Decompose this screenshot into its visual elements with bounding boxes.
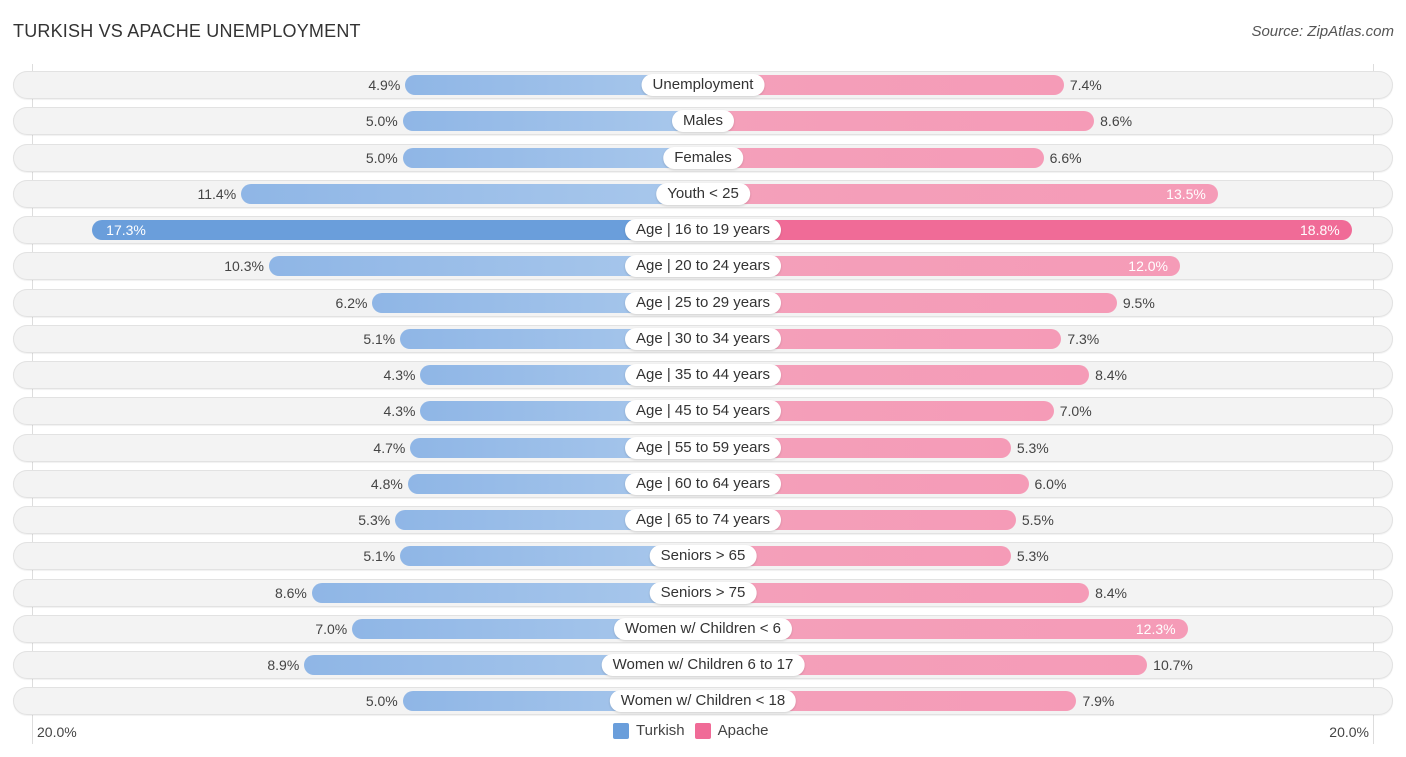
legend-label-turkish: Turkish — [636, 722, 685, 739]
chart-title: TURKISH VS APACHE UNEMPLOYMENT — [13, 21, 361, 41]
source-label: Source: ZipAtlas.com — [1251, 23, 1394, 40]
bar-apache[interactable] — [703, 220, 1352, 240]
category-label: Age | 25 to 29 years — [625, 291, 781, 314]
legend-swatch-turkish — [613, 722, 629, 739]
legend: Turkish Apache — [613, 722, 779, 739]
value-label-apache: 8.4% — [1095, 367, 1128, 383]
value-label-turkish: 6.2% — [335, 294, 368, 311]
bar-apache[interactable] — [703, 147, 1044, 168]
chart-row: 4.3% 8.4% Age | 35 to 44 years — [13, 361, 1393, 389]
category-label: Seniors > 65 — [649, 545, 757, 568]
chart-row: 8.9% 10.7% Women w/ Children 6 to 17 — [13, 651, 1393, 679]
value-label-apache: 7.4% — [1069, 77, 1102, 93]
category-label: Women w/ Children < 6 — [613, 617, 793, 640]
value-label-turkish: 4.3% — [383, 403, 416, 420]
value-label-apache: 12.0% — [1128, 258, 1168, 275]
value-label-turkish: 5.1% — [363, 330, 396, 347]
value-label-apache: 6.0% — [1034, 475, 1067, 492]
value-label-apache: 12.3% — [1135, 620, 1176, 637]
axis-label-right: 20.0% — [1329, 724, 1369, 740]
category-label: Age | 60 to 64 years — [625, 472, 781, 495]
category-label: Unemployment — [641, 74, 765, 96]
value-label-turkish: 5.0% — [365, 693, 398, 710]
category-label: Age | 20 to 24 years — [625, 255, 781, 278]
bar-turkish[interactable] — [402, 147, 703, 168]
bar-turkish[interactable] — [241, 183, 703, 204]
category-label: Age | 35 to 44 years — [625, 364, 781, 386]
value-label-apache: 8.4% — [1095, 584, 1128, 601]
value-label-turkish: 5.1% — [363, 548, 396, 565]
value-label-apache: 7.9% — [1082, 693, 1115, 710]
bar-turkish[interactable] — [402, 111, 703, 132]
chart-row: 4.3% 7.0% Age | 45 to 54 years — [13, 397, 1393, 426]
category-label: Age | 65 to 74 years — [625, 509, 781, 531]
chart-row: 5.0% 8.6% Males — [13, 107, 1393, 136]
chart-row: 4.7% 5.3% Age | 55 to 59 years — [13, 433, 1393, 462]
chart-row: 17.3% 18.8% Age | 16 to 19 years — [13, 216, 1393, 244]
category-label: Males — [671, 110, 735, 133]
value-label-apache: 5.3% — [1016, 439, 1049, 456]
value-label-turkish: 8.6% — [274, 584, 307, 601]
value-label-apache: 7.3% — [1067, 330, 1100, 347]
value-label-turkish: 17.3% — [106, 222, 146, 238]
value-label-apache: 10.7% — [1153, 657, 1193, 673]
chart-row: 6.2% 9.5% Age | 25 to 29 years — [13, 288, 1393, 317]
legend-item-turkish[interactable]: Turkish — [613, 722, 685, 739]
value-label-turkish: 4.9% — [368, 77, 401, 93]
value-label-turkish: 10.3% — [224, 258, 264, 275]
bar-turkish[interactable] — [92, 220, 703, 240]
bar-apache[interactable] — [703, 111, 1095, 132]
chart-row: 5.1% 5.3% Seniors > 65 — [13, 542, 1393, 571]
value-label-apache: 6.6% — [1049, 149, 1082, 166]
category-label: Age | 16 to 19 years — [625, 219, 781, 241]
chart-row: 5.1% 7.3% Age | 30 to 34 years — [13, 324, 1393, 353]
legend-item-apache[interactable]: Apache — [694, 722, 769, 739]
chart-row: 5.3% 5.5% Age | 65 to 74 years — [13, 506, 1393, 534]
category-label: Youth < 25 — [656, 182, 750, 205]
value-label-apache: 13.5% — [1166, 185, 1206, 202]
value-label-turkish: 8.9% — [267, 657, 300, 673]
value-label-apache: 7.0% — [1059, 403, 1092, 420]
value-label-turkish: 4.8% — [370, 475, 403, 492]
bar-apache[interactable] — [703, 183, 1218, 204]
value-label-apache: 18.8% — [1300, 222, 1340, 238]
axis-label-left: 20.0% — [37, 724, 77, 740]
chart-row: 11.4% 13.5% Youth < 25 — [13, 179, 1393, 208]
chart-row: 5.0% 6.6% Females — [13, 143, 1393, 172]
category-label: Age | 55 to 59 years — [625, 436, 781, 459]
category-label: Age | 45 to 54 years — [625, 400, 781, 423]
value-label-turkish: 4.7% — [373, 439, 406, 456]
chart-row: 4.8% 6.0% Age | 60 to 64 years — [13, 469, 1393, 498]
category-label: Females — [663, 146, 743, 169]
value-label-turkish: 7.0% — [315, 620, 348, 637]
category-label: Age | 30 to 34 years — [625, 327, 781, 350]
legend-swatch-apache — [694, 722, 711, 739]
bar-turkish[interactable] — [311, 582, 703, 603]
value-label-turkish: 11.4% — [197, 185, 237, 202]
legend-label-apache: Apache — [717, 722, 769, 739]
value-label-turkish: 4.3% — [383, 367, 416, 383]
value-label-turkish: 5.0% — [365, 149, 398, 166]
category-label: Women w/ Children 6 to 17 — [601, 654, 805, 676]
value-label-turkish: 5.3% — [358, 512, 391, 528]
bar-apache[interactable] — [703, 582, 1090, 603]
category-label: Seniors > 75 — [649, 581, 757, 604]
value-label-apache: 5.3% — [1016, 548, 1049, 565]
value-label-apache: 5.5% — [1021, 512, 1054, 528]
chart-row: 7.0% 12.3% Women w/ Children < 6 — [13, 614, 1393, 643]
category-label: Women w/ Children < 18 — [609, 690, 797, 713]
chart-row: 8.6% 8.4% Seniors > 75 — [13, 578, 1393, 607]
value-label-apache: 9.5% — [1122, 294, 1155, 311]
value-label-turkish: 5.0% — [365, 113, 398, 130]
chart-row: 10.3% 12.0% Age | 20 to 24 years — [13, 252, 1393, 281]
value-label-apache: 8.6% — [1100, 113, 1133, 130]
chart-row: 5.0% 7.9% Women w/ Children < 18 — [13, 687, 1393, 716]
chart-row: 4.9% 7.4% Unemployment — [13, 71, 1393, 99]
